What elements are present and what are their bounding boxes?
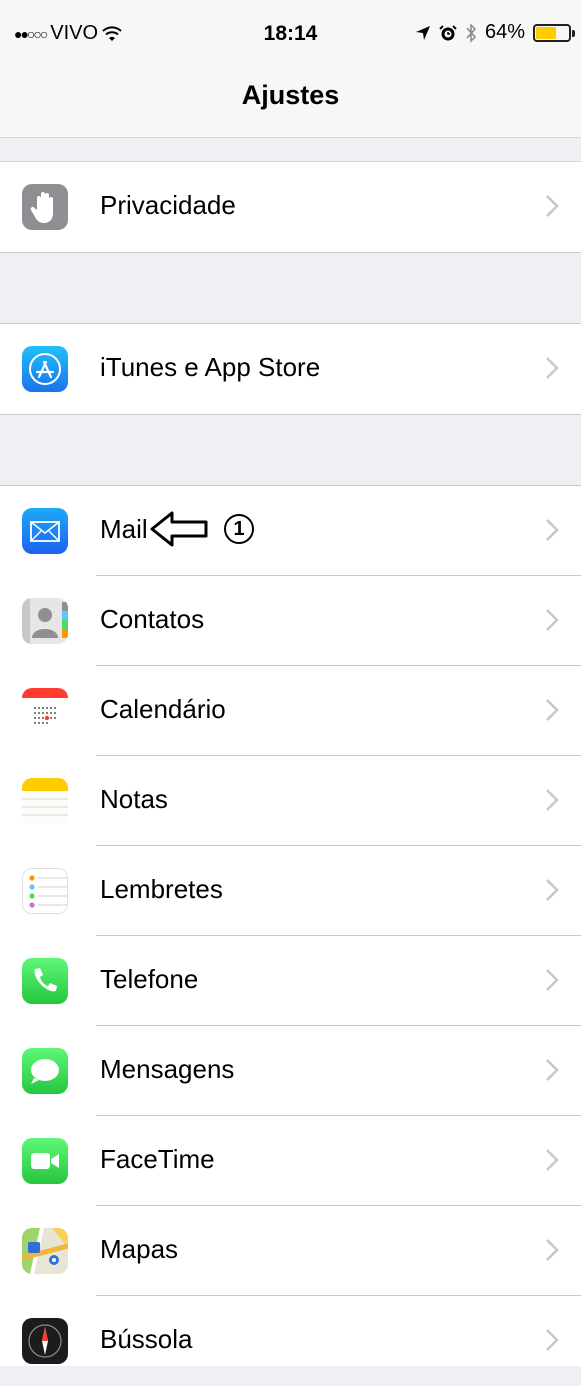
chevron-right-icon: [546, 195, 559, 217]
step-number: 1: [224, 514, 254, 544]
battery-percent: 64%: [484, 21, 525, 43]
settings-row-label: FaceTime: [100, 1144, 215, 1174]
facetime-icon: [22, 1138, 68, 1184]
left-arrow-icon: [150, 511, 208, 547]
settings-row-label: iTunes e App Store: [100, 352, 321, 382]
settings-row-messages[interactable]: Mensagens: [0, 1026, 581, 1116]
settings-row-phone[interactable]: Telefone: [0, 936, 581, 1026]
settings-row-label: Mapas: [100, 1234, 179, 1264]
chevron-right-icon: [546, 1059, 559, 1081]
page-title: Ajustes: [241, 80, 340, 110]
settings-row-label: Mail: [100, 514, 148, 544]
settings-row-label: Telefone: [100, 964, 199, 994]
settings-row-itunes[interactable]: iTunes e App Store: [0, 324, 581, 414]
chevron-right-icon: [546, 1239, 559, 1261]
tutorial-annotation: 1: [150, 504, 254, 554]
contacts-icon: [22, 598, 68, 644]
chevron-right-icon: [546, 519, 559, 541]
alarm-icon: [439, 24, 457, 40]
bluetooth-icon: [466, 22, 476, 43]
settings-group-itunes: iTunes e App Store: [0, 323, 581, 415]
chevron-right-icon: [546, 609, 559, 631]
calendar-icon: [22, 688, 68, 734]
settings-row-label: Bússola: [100, 1324, 193, 1354]
location-icon: [415, 25, 430, 40]
settings-group-apps: Mail 1 Contatos Calendário Notas Lembret…: [0, 485, 581, 1366]
privacy-hand-icon: [22, 184, 68, 230]
chevron-right-icon: [546, 969, 559, 991]
settings-group-privacy: Privacidade: [0, 161, 581, 253]
settings-row-label: Privacidade: [100, 190, 236, 220]
mail-icon: [22, 508, 68, 554]
status-bar: ●●○○○ VIVO 18:14 64%: [0, 0, 581, 62]
compass-icon: [22, 1318, 68, 1364]
settings-row-compass[interactable]: Bússola: [0, 1296, 581, 1386]
battery-icon: [533, 23, 575, 42]
status-right: 64%: [415, 21, 575, 44]
settings-row-mail[interactable]: Mail 1: [0, 486, 581, 576]
messages-icon: [22, 1048, 68, 1094]
settings-row-label: Mensagens: [100, 1054, 235, 1084]
navigation-bar: Ajustes: [0, 62, 581, 138]
nav-divider: [0, 137, 581, 138]
chevron-right-icon: [546, 879, 559, 901]
chevron-right-icon: [546, 699, 559, 721]
chevron-right-icon: [546, 789, 559, 811]
app-store-icon: [22, 346, 68, 392]
settings-row-notes[interactable]: Notas: [0, 756, 581, 846]
settings-row-calendar[interactable]: Calendário: [0, 666, 581, 756]
phone-icon: [22, 958, 68, 1004]
chevron-right-icon: [546, 1149, 559, 1171]
settings-row-label: Contatos: [100, 604, 205, 634]
settings-row-privacy[interactable]: Privacidade: [0, 162, 581, 252]
settings-row-reminders[interactable]: Lembretes: [0, 846, 581, 936]
settings-row-label: Calendário: [100, 694, 226, 724]
maps-icon: [22, 1228, 68, 1274]
chevron-right-icon: [546, 1329, 559, 1351]
notes-icon: [22, 778, 68, 824]
reminders-icon: [22, 868, 68, 914]
settings-row-label: Lembretes: [100, 874, 223, 904]
settings-row-facetime[interactable]: FaceTime: [0, 1116, 581, 1206]
settings-row-contacts[interactable]: Contatos: [0, 576, 581, 666]
settings-row-label: Notas: [100, 784, 168, 814]
chevron-right-icon: [546, 357, 559, 379]
settings-row-maps[interactable]: Mapas: [0, 1206, 581, 1296]
